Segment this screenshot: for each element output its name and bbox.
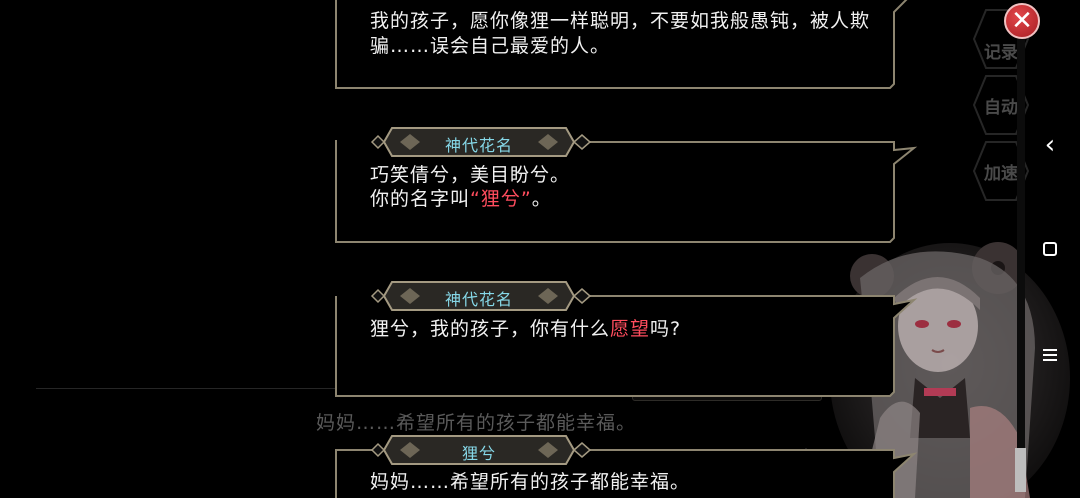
back-chevron-icon: ‹	[1044, 130, 1056, 160]
nav-back-button[interactable]: ‹	[1030, 130, 1070, 160]
menu-lines-icon	[1030, 340, 1070, 361]
nav-home-button[interactable]	[1030, 236, 1070, 266]
log-scrollbar-thumb[interactable]	[1015, 448, 1026, 492]
log-entry-4-frame	[335, 435, 918, 498]
close-log-button[interactable]: ✕	[1004, 3, 1040, 39]
log-entry-4-speaker: 狸兮	[461, 444, 496, 463]
close-icon: ✕	[1011, 6, 1033, 36]
nav-menu-button[interactable]	[1030, 340, 1070, 370]
game-screen: 狸兮 妈妈……希望所有的孩子都能幸福。 我的孩子，愿你像狸一样聪明，不要如我般愚…	[0, 0, 1080, 498]
log-entry-4-line-1: 妈妈……希望所有的孩子都能幸福。	[370, 471, 691, 493]
home-square-icon	[1043, 242, 1057, 256]
log-scrollbar[interactable]	[1017, 10, 1025, 492]
